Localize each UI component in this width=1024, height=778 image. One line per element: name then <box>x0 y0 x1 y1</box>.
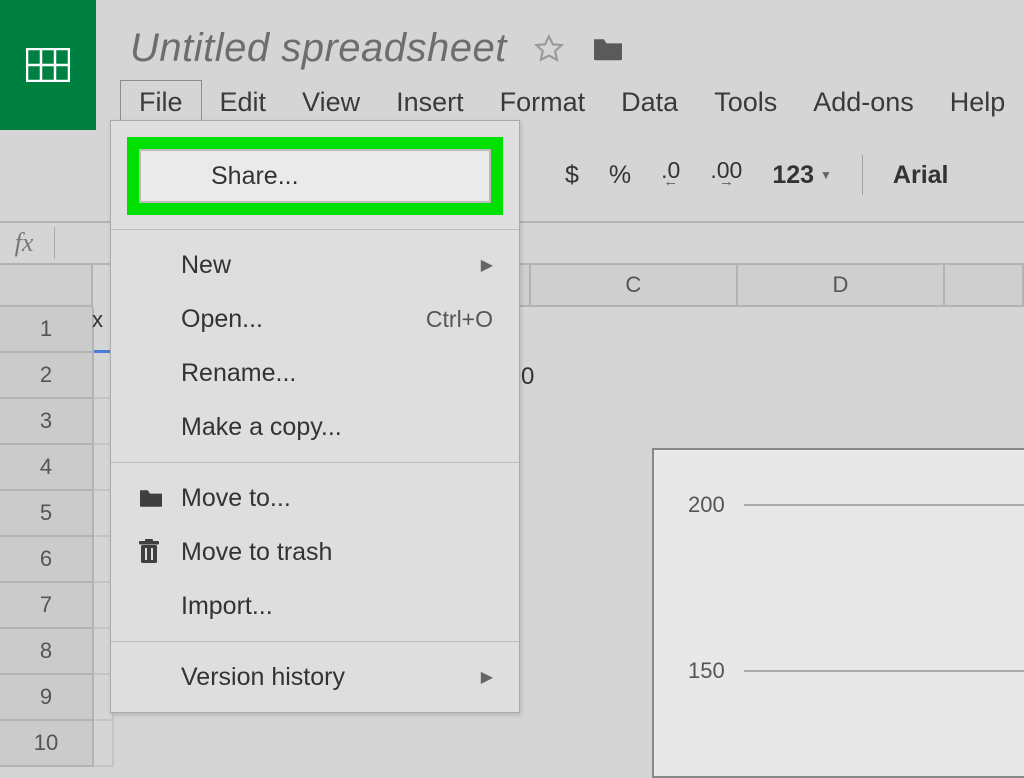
format-percent-button[interactable]: % <box>609 161 631 190</box>
fx-label: fx <box>0 228 48 258</box>
row-header-10[interactable]: 10 <box>0 721 94 767</box>
file-menu-move-to[interactable]: Move to... <box>111 471 519 525</box>
row-header-4[interactable]: 4 <box>0 445 94 491</box>
file-menu-open-shortcut: Ctrl+O <box>426 306 493 333</box>
column-header-d[interactable]: D <box>738 265 945 307</box>
chevron-down-icon: ▼ <box>820 168 832 182</box>
file-menu-move-to-trash[interactable]: Move to trash <box>111 525 519 579</box>
row-header-1[interactable]: 1 <box>0 307 94 353</box>
formula-divider <box>54 227 55 259</box>
chart-panel[interactable]: 200 150 <box>652 448 1024 778</box>
menu-separator <box>111 462 519 463</box>
trash-icon <box>137 539 161 565</box>
file-menu-rename-label: Rename... <box>181 359 296 388</box>
chart-gridline <box>744 670 1024 672</box>
arrow-right-icon: → <box>719 177 734 186</box>
menu-insert[interactable]: Insert <box>378 81 482 124</box>
menu-file[interactable]: File <box>120 80 202 124</box>
select-all-corner[interactable] <box>0 265 93 307</box>
star-icon[interactable] <box>533 33 565 65</box>
app-logo[interactable] <box>0 0 96 130</box>
format-currency-button[interactable]: $ <box>565 161 579 190</box>
chart-tick-150: 150 <box>688 658 725 684</box>
file-menu-dropdown: Share... New ▶ Open... Ctrl+O Rename... … <box>110 120 520 713</box>
decrease-decimal-button[interactable]: .0 ← <box>661 164 680 187</box>
cell-a1-text: x <box>92 307 103 332</box>
file-menu-new[interactable]: New ▶ <box>111 238 519 292</box>
menu-addons[interactable]: Add-ons <box>795 81 932 124</box>
chart-tick-200: 200 <box>688 492 725 518</box>
more-formats-label: 123 <box>772 161 814 190</box>
file-menu-open-label: Open... <box>181 305 263 334</box>
sheets-icon <box>26 48 70 82</box>
row-header-9[interactable]: 9 <box>0 675 94 721</box>
file-menu-version-history[interactable]: Version history ▶ <box>111 650 519 704</box>
toolbar-separator <box>862 155 863 195</box>
file-menu-make-copy-label: Make a copy... <box>181 413 342 442</box>
file-menu-version-history-label: Version history <box>181 663 345 692</box>
cell-a10-sliver[interactable] <box>94 721 114 767</box>
file-menu-move-to-label: Move to... <box>181 484 291 513</box>
font-family-button[interactable]: Arial <box>893 161 949 190</box>
menubar: File Edit View Insert Format Data Tools … <box>120 80 1023 124</box>
chart-gridline <box>744 504 1024 506</box>
menu-separator <box>111 641 519 642</box>
file-menu-import[interactable]: Import... <box>111 579 519 633</box>
menu-data[interactable]: Data <box>603 81 696 124</box>
menu-help[interactable]: Help <box>932 81 1024 124</box>
row-header-5[interactable]: 5 <box>0 491 94 537</box>
row-header-3[interactable]: 3 <box>0 399 94 445</box>
file-menu-share-label: Share... <box>211 162 299 191</box>
file-menu-import-label: Import... <box>181 592 273 621</box>
file-menu-rename[interactable]: Rename... <box>111 346 519 400</box>
increase-decimal-button[interactable]: .00 → <box>710 164 742 187</box>
menu-tools[interactable]: Tools <box>696 81 795 124</box>
menu-format[interactable]: Format <box>482 81 604 124</box>
file-menu-make-copy[interactable]: Make a copy... <box>111 400 519 454</box>
folder-icon[interactable] <box>591 35 625 63</box>
menu-edit[interactable]: Edit <box>202 81 285 124</box>
chevron-right-icon: ▶ <box>481 255 493 275</box>
column-header-c[interactable]: C <box>531 265 738 307</box>
file-menu-open[interactable]: Open... Ctrl+O <box>111 292 519 346</box>
arrow-left-icon: ← <box>663 177 678 186</box>
file-menu-new-label: New <box>181 251 231 280</box>
row-header-7[interactable]: 7 <box>0 583 94 629</box>
chevron-right-icon: ▶ <box>481 667 493 687</box>
row-header-2[interactable]: 2 <box>0 353 94 399</box>
file-menu-move-to-trash-label: Move to trash <box>181 538 332 567</box>
menu-view[interactable]: View <box>284 81 378 124</box>
file-menu-share[interactable]: Share... <box>139 149 491 203</box>
document-title[interactable]: Untitled spreadsheet <box>130 26 507 71</box>
row-header-6[interactable]: 6 <box>0 537 94 583</box>
toolbar: $ % .0 ← .00 → 123 ▼ Arial <box>565 155 949 195</box>
row-header-8[interactable]: 8 <box>0 629 94 675</box>
more-formats-button[interactable]: 123 ▼ <box>772 161 832 190</box>
cell-b2-value[interactable]: 0 <box>521 363 534 391</box>
column-header-e[interactable] <box>945 265 1024 307</box>
menu-separator <box>111 229 519 230</box>
tutorial-highlight: Share... <box>127 137 503 215</box>
folder-icon <box>137 487 165 509</box>
grid-rows: 1 x 2 3 4 5 6 7 8 9 10 <box>0 307 114 767</box>
